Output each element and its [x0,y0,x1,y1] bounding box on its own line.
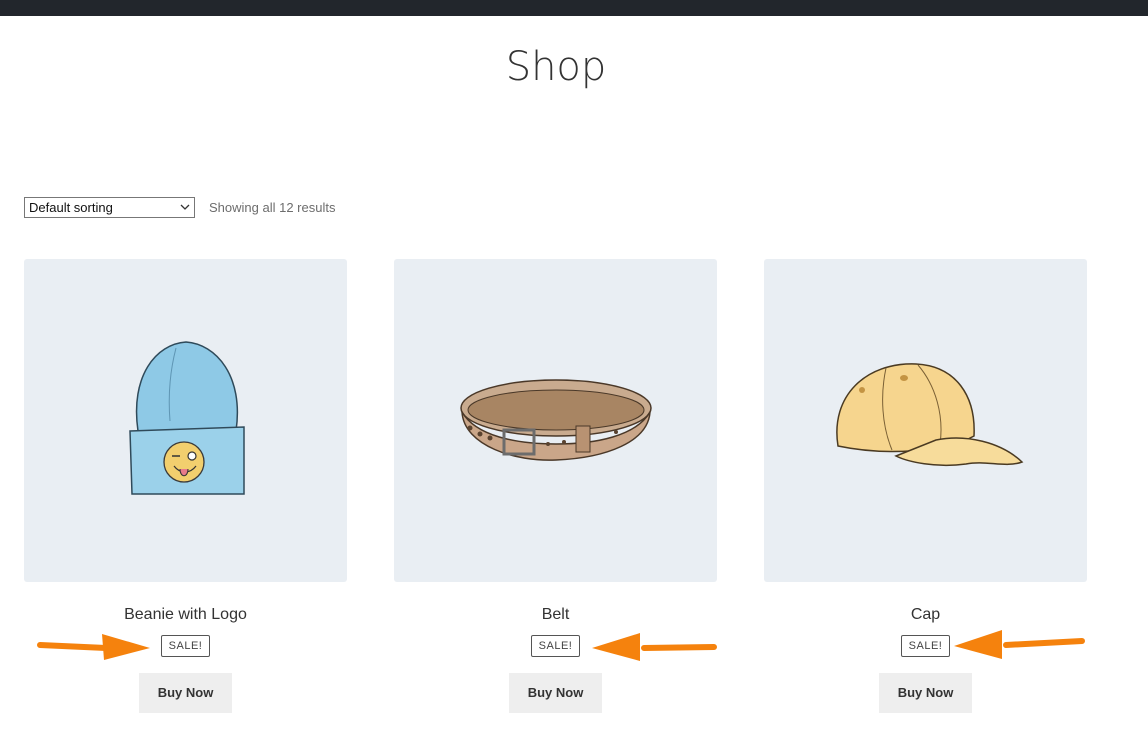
buy-now-button[interactable]: Buy Now [139,673,232,713]
annotation-arrow-left-icon [592,633,717,661]
page-title: Shop [505,44,607,90]
product-name[interactable]: Belt [394,606,717,624]
annotation-arrow-left-icon [954,630,1085,659]
annotation-arrow-right-icon [37,634,150,660]
sale-badge: SALE! [160,635,211,657]
shop-toolbar: Default sorting Showing all 12 results [24,197,335,218]
product-name[interactable]: Cap [764,606,1087,624]
result-count: Showing all 12 results [209,200,336,215]
sale-badge: SALE! [900,635,951,657]
chevron-down-icon [180,204,190,210]
product-image[interactable] [394,259,717,582]
product-image[interactable] [24,259,347,582]
sort-select[interactable]: Default sorting [24,197,195,218]
cap-icon [835,362,1023,466]
belt-icon [459,378,652,461]
sort-select-value: Default sorting [29,200,113,215]
product-image[interactable] [764,259,1087,582]
sale-badge: SALE! [530,635,581,657]
buy-now-button[interactable]: Buy Now [879,673,972,713]
top-bar [0,0,1148,16]
beanie-icon [128,340,245,495]
buy-now-button[interactable]: Buy Now [509,673,602,713]
product-name[interactable]: Beanie with Logo [24,606,347,624]
